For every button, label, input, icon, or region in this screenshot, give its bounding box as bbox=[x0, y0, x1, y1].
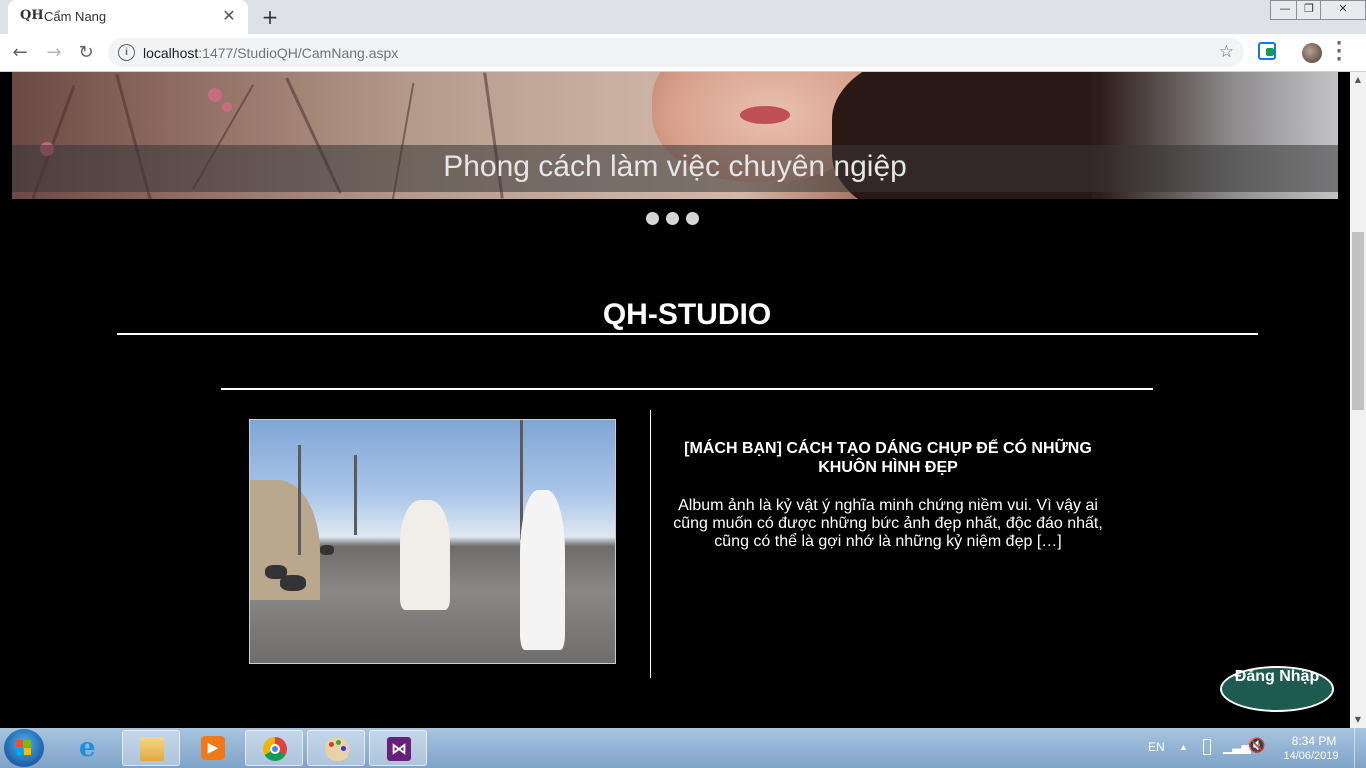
taskbar-paint[interactable] bbox=[307, 730, 365, 766]
internet-explorer-icon: e bbox=[79, 733, 96, 763]
back-arrow-icon[interactable]: ← bbox=[8, 41, 32, 65]
windows-logo-icon bbox=[16, 740, 32, 756]
scrollbar-thumb[interactable] bbox=[1352, 232, 1364, 410]
site-favicon-icon: QH bbox=[20, 8, 44, 23]
extension-icon[interactable] bbox=[1258, 42, 1276, 60]
scroll-up-icon[interactable]: ▲ bbox=[1350, 72, 1366, 88]
taskbar-file-explorer[interactable] bbox=[122, 730, 180, 766]
paint-palette-icon bbox=[325, 737, 349, 761]
taskbar-internet-explorer[interactable]: e bbox=[62, 730, 120, 766]
taskbar-visual-studio[interactable]: ⋈ bbox=[369, 730, 427, 766]
hero-caption: Phong cách làm việc chuyên ngiệp bbox=[443, 150, 907, 183]
taskbar-chrome[interactable] bbox=[245, 730, 303, 766]
chrome-icon bbox=[263, 737, 287, 761]
reload-icon[interactable]: ↻ bbox=[74, 41, 98, 65]
url-text[interactable]: localhost:1477/StudioQH/CamNang.aspx bbox=[143, 45, 398, 61]
clock-time[interactable]: 8:34 PM bbox=[1284, 734, 1344, 748]
article-title-link[interactable]: [MÁCH BẠN] CÁCH TẠO DÁNG CHỤP ĐỂ CÓ NHỮN… bbox=[670, 439, 1106, 477]
login-button[interactable]: Đăng Nhập bbox=[1220, 666, 1334, 712]
carousel-dot-2[interactable] bbox=[666, 212, 679, 225]
address-bar[interactable]: i localhost:1477/StudioQH/CamNang.aspx ☆ bbox=[108, 38, 1244, 67]
close-window-icon[interactable]: ✕ bbox=[1320, 0, 1366, 20]
tab-title: Cẩm Nang bbox=[44, 9, 107, 24]
network-signal-icon[interactable]: ▁▃▅ bbox=[1223, 740, 1251, 754]
scroll-down-icon[interactable]: ▼ bbox=[1350, 712, 1366, 728]
site-title: QH-STUDIO bbox=[602, 298, 772, 331]
url-host: localhost bbox=[143, 45, 199, 61]
forward-arrow-icon[interactable]: → bbox=[42, 41, 66, 65]
close-tab-icon[interactable]: ✕ bbox=[220, 7, 238, 25]
section-divider bbox=[221, 388, 1153, 390]
windows-taskbar: e ▶ ⋈ EN ▲ ▁▃▅ 🔇 8:34 PM 14/06/2019 bbox=[0, 728, 1366, 768]
taskbar-media-player[interactable]: ▶ bbox=[184, 730, 242, 766]
visual-studio-icon: ⋈ bbox=[387, 737, 411, 761]
volume-muted-icon[interactable]: 🔇 bbox=[1248, 738, 1265, 754]
tray-overflow-icon[interactable]: ▲ bbox=[1179, 742, 1188, 752]
url-path: :1477/StudioQH/CamNang.aspx bbox=[198, 45, 399, 61]
clock-date[interactable]: 14/06/2019 bbox=[1276, 750, 1346, 762]
restore-window-icon[interactable]: ❐ bbox=[1296, 0, 1322, 20]
folder-icon bbox=[140, 737, 164, 761]
battery-icon[interactable] bbox=[1203, 739, 1211, 755]
show-desktop-button[interactable] bbox=[1354, 728, 1366, 768]
profile-avatar[interactable] bbox=[1302, 43, 1322, 63]
browser-tab-strip: QH Cẩm Nang ✕ + — ❐ ✕ bbox=[0, 0, 1366, 34]
carousel-dot-1[interactable] bbox=[646, 212, 659, 225]
bookmark-star-icon[interactable]: ☆ bbox=[1219, 42, 1234, 62]
language-indicator[interactable]: EN bbox=[1148, 740, 1165, 754]
title-divider bbox=[117, 333, 1258, 335]
media-player-icon: ▶ bbox=[201, 736, 225, 760]
article-excerpt: Album ảnh là kỷ vật ý nghĩa minh chứng n… bbox=[673, 497, 1103, 550]
start-button[interactable] bbox=[4, 729, 44, 767]
site-info-icon[interactable]: i bbox=[118, 44, 135, 61]
page-viewport: Phong cách làm việc chuyên ngiệp QH-STUD… bbox=[0, 72, 1350, 728]
article-thumbnail[interactable] bbox=[249, 419, 616, 664]
browser-toolbar: ← → ↻ i localhost:1477/StudioQH/CamNang.… bbox=[0, 34, 1366, 72]
new-tab-button[interactable]: + bbox=[258, 5, 282, 29]
browser-menu-icon[interactable]: · · · bbox=[1333, 35, 1345, 69]
browser-tab[interactable]: QH Cẩm Nang ✕ bbox=[8, 0, 248, 34]
carousel-dot-3[interactable] bbox=[686, 212, 699, 225]
article-vertical-divider bbox=[650, 410, 651, 678]
carousel-indicators bbox=[646, 212, 706, 226]
page-scrollbar[interactable]: ▲ ▼ bbox=[1350, 72, 1366, 728]
